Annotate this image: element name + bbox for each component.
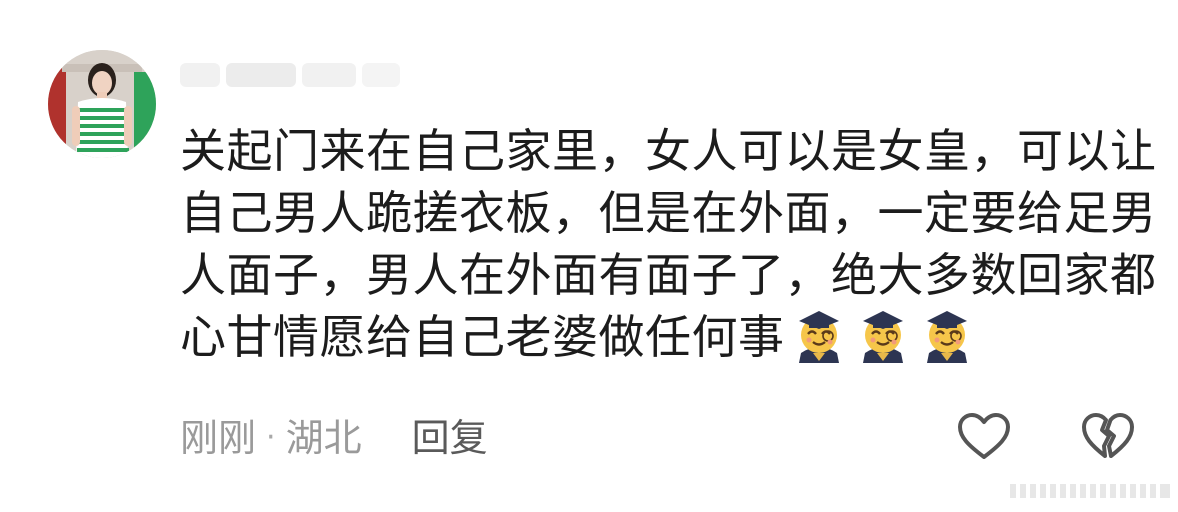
comment-meta: 刚刚 · 湖北 回复 [180,414,488,462]
scholar-smile-emoji-icon [919,307,975,363]
reply-button[interactable]: 回复 [412,414,488,462]
comment-line: 关起门来在自己家里，女人可以是女皇，可以让 [180,124,1157,178]
comment-line: 自己男人跪搓衣板，但是在外面，一定要给足男 [180,186,1157,240]
comment-text: 关起门来在自己家里，女人可以是女皇，可以让 自己男人跪搓衣板，但是在外面，一定要… [180,120,1157,368]
comment-item: 关起门来在自己家里，女人可以是女皇，可以让 自己男人跪搓衣板，但是在外面，一定要… [0,0,1178,512]
dislike-button[interactable] [1080,411,1136,463]
watermark-stripe [1010,480,1172,502]
scholar-smile-emoji-icon [855,307,911,363]
comment-line: 心甘情愿给自己老婆做任何事 [180,310,785,364]
like-button[interactable] [956,411,1012,463]
scholar-smile-emoji-icon [791,307,847,363]
comment-line: 人面子，男人在外面有面子了，绝大多数回家都 [180,248,1157,302]
username-redacted [180,58,410,92]
meta-separator: · [266,420,276,455]
comment-time: 刚刚 [180,416,257,460]
avatar[interactable] [48,50,156,158]
broken-heart-outline-icon [1082,413,1134,458]
heart-outline-icon [958,413,1010,459]
comment-location: 湖北 [285,416,362,460]
comment-line-with-emojis: 心甘情愿给自己老婆做任何事 [180,306,1120,368]
